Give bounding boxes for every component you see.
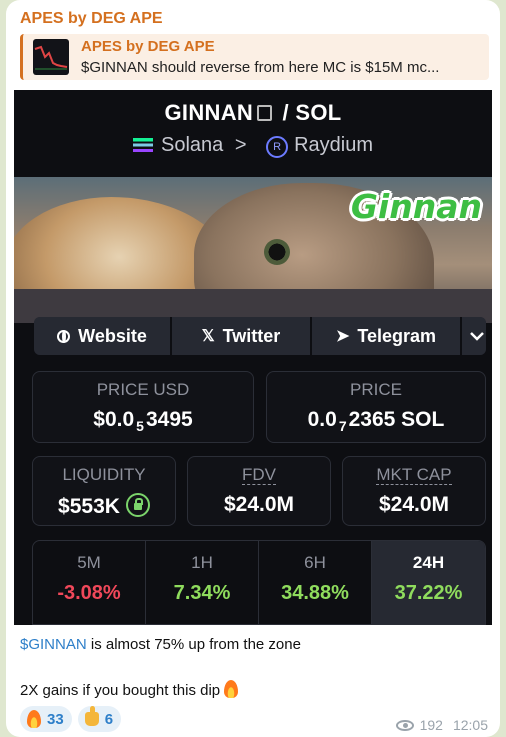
reaction-fire[interactable]: 33 (20, 706, 72, 732)
reply-author: APES by DEG APE (81, 38, 215, 55)
tab-24h[interactable]: 24H 37.22% (372, 541, 485, 624)
liquidity-value: $553K (33, 493, 175, 519)
sender-name[interactable]: APES by DEG APE (20, 10, 163, 28)
price-change-tabs: 5M -3.08% 1H 7.34% 6H 34.88% 24H 37.22% (32, 540, 486, 625)
fdv-value: $24.0M (223, 493, 295, 516)
quote-symbol: / SOL (282, 100, 342, 125)
telegram-icon: ➤ (335, 328, 350, 345)
tab-1h[interactable]: 1H 7.34% (146, 541, 259, 624)
chart-thumbnail-icon (34, 45, 68, 70)
token-screenshot[interactable]: GINNAN / SOL Solana > R Raydium Ginnan We… (6, 90, 500, 625)
message-meta: 192 12:05 (395, 717, 488, 733)
mcap-value: $24.0M (378, 493, 450, 516)
banner-title: Ginnan (350, 187, 482, 226)
lock-icon (125, 493, 150, 517)
token-panel: GINNAN / SOL Solana > R Raydium Ginnan We… (14, 90, 492, 625)
reply-thumbnail (33, 39, 69, 75)
message-line-1: $GINNAN is almost 75% up from the zone (20, 636, 301, 653)
pair-title: GINNAN / SOL (14, 100, 492, 126)
twitter-label: Twitter (222, 325, 281, 346)
website-button[interactable]: Website (34, 317, 172, 355)
x-icon: 𝕏 (201, 328, 215, 345)
more-links-button[interactable] (462, 317, 486, 355)
banner-cat-eye (264, 239, 290, 265)
tab-6h[interactable]: 6H 34.88% (259, 541, 372, 624)
dex-name: Raydium (294, 134, 373, 156)
token-symbol: GINNAN (164, 100, 254, 125)
solana-icon (132, 138, 153, 152)
token-banner: Ginnan (14, 177, 492, 323)
globe-icon (57, 329, 71, 343)
mcap-card: MKT CAP $24.0M (342, 456, 486, 526)
cashtag-link[interactable]: $GINNAN (20, 636, 87, 653)
views-count: 192 (419, 717, 443, 733)
price-sol-value: 0.0 72365 SOL (307, 408, 445, 434)
telegram-label: Telegram (357, 325, 437, 346)
tab-5m[interactable]: 5M -3.08% (33, 541, 146, 624)
reactions-bar: 33 6 (20, 706, 122, 732)
liquidity-card: LIQUIDITY $553K (32, 456, 176, 526)
message-line-1-text: is almost 75% up from the zone (86, 636, 301, 653)
views-eye-icon (395, 719, 414, 731)
price-sol-card: PRICE 0.0 72365 SOL (266, 371, 486, 443)
message-time: 12:05 (452, 717, 488, 733)
telegram-button[interactable]: ➤ Telegram (312, 317, 462, 355)
price-usd-label: PRICE USD (96, 380, 190, 399)
website-label: Website (78, 325, 147, 346)
copy-icon (257, 105, 273, 121)
fdv-card: FDV $24.0M (187, 456, 331, 526)
twitter-button[interactable]: 𝕏 Twitter (172, 317, 312, 355)
thumbs-up-icon (84, 706, 99, 726)
fire-icon (27, 710, 41, 728)
message-bubble: APES by DEG APE APES by DEG APE $GINNAN … (6, 0, 500, 737)
chevron-down-icon (470, 332, 484, 341)
price-sol-label: PRICE (350, 380, 402, 399)
chain-row: Solana > R Raydium (14, 134, 492, 158)
mcap-label: MKT CAP (376, 465, 452, 485)
raydium-icon: R (266, 136, 289, 158)
fire-icon (224, 680, 239, 698)
reaction-thumbs-up[interactable]: 6 (77, 706, 122, 732)
reaction-thumbs-up-count: 6 (104, 710, 114, 728)
reaction-fire-count: 33 (47, 710, 64, 728)
message-line-2-text: 2X gains if you bought this dip (20, 682, 221, 699)
social-links: Website 𝕏 Twitter ➤ Telegram (34, 317, 486, 355)
chain-name: Solana (160, 134, 224, 156)
message-line-2: 2X gains if you bought this dip (20, 680, 239, 699)
reply-preview[interactable]: APES by DEG APE $GINNAN should reverse f… (20, 34, 489, 80)
chain-separator: > (234, 134, 247, 156)
reply-text: $GINNAN should reverse from here MC is $… (81, 59, 440, 76)
fdv-label: FDV (242, 465, 276, 485)
price-usd-card: PRICE USD $0.0 53495 (32, 371, 254, 443)
price-usd-value: $0.0 53495 (93, 408, 193, 434)
liquidity-label: LIQUIDITY (62, 465, 146, 484)
